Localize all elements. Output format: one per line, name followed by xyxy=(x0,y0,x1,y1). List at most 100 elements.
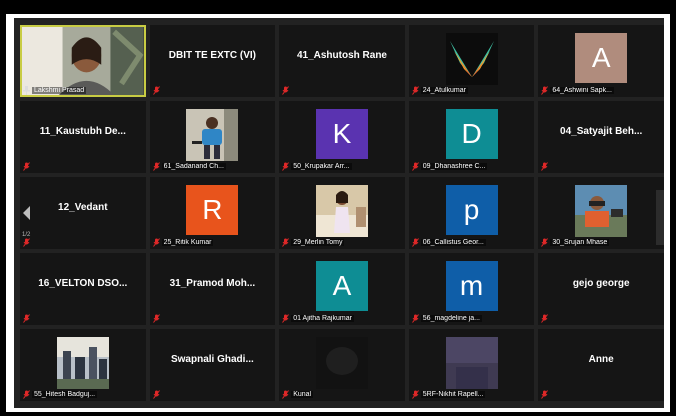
participant-display-name: 12_Vedant xyxy=(58,201,108,213)
mic-muted-icon xyxy=(541,162,549,171)
mic-muted-icon xyxy=(541,314,549,323)
participant-tile[interactable]: m 56_magdeline ja... xyxy=(408,253,535,325)
mic-muted-icon xyxy=(23,314,30,323)
participant-name: 61_Sadanand Ch... xyxy=(161,163,226,170)
mic-muted-icon xyxy=(282,238,290,247)
participant-display-name: 04_Satyajit Beh... xyxy=(560,125,643,137)
participant-tile[interactable]: 11_Kaustubh De... xyxy=(20,101,146,173)
participant-label: 64_Ashwini Sapk... xyxy=(541,86,614,95)
participant-tile[interactable]: 24_Atulkumar xyxy=(408,25,535,97)
participant-label xyxy=(23,314,30,323)
participant-label xyxy=(23,162,30,171)
participant-label xyxy=(23,238,30,247)
avatar-photo xyxy=(56,337,109,389)
participant-tile[interactable]: 41_Ashutosh Rane xyxy=(279,25,405,97)
participant-tile[interactable]: 12_Vedant xyxy=(20,177,146,249)
avatar-initial: A xyxy=(575,33,628,83)
mic-muted-icon xyxy=(411,390,419,399)
participant-tile[interactable]: Lakshmi Prasad xyxy=(20,25,146,97)
prev-page-icon[interactable] xyxy=(22,205,31,221)
participant-tile[interactable]: Swapnali Ghadi... xyxy=(149,329,276,401)
participant-tile[interactable]: 29_Merlin Tomy xyxy=(279,177,405,249)
mic-muted-icon xyxy=(152,238,160,247)
mic-muted-icon xyxy=(152,314,160,323)
participant-tile[interactable]: Anne xyxy=(538,329,664,401)
mic-muted-icon xyxy=(152,162,160,171)
participant-tile[interactable]: gejo george xyxy=(538,253,664,325)
participant-label: Kunal xyxy=(282,390,314,399)
participant-display-name: gejo george xyxy=(572,277,630,289)
participant-tile[interactable]: 5RF-Nikhit Rapell... xyxy=(408,329,535,401)
participant-name: 01 Ajitha Rajkumar xyxy=(291,315,354,322)
mic-muted-icon xyxy=(23,162,30,171)
participant-name: 50_Krupakar Arr... xyxy=(291,163,352,170)
participant-tile[interactable]: R 25_Ritik Kumar xyxy=(149,177,276,249)
mic-muted-icon xyxy=(411,86,419,95)
mic-muted-icon xyxy=(411,238,419,247)
participant-display-name: 41_Ashutosh Rane xyxy=(296,49,387,61)
mic-muted-icon xyxy=(282,162,290,171)
participant-tile[interactable]: DBIT TE EXTC (VI) xyxy=(149,25,276,97)
avatar-photo xyxy=(575,185,628,237)
avatar-photo xyxy=(315,185,368,237)
participant-label: 09_Dhanashree C... xyxy=(411,162,488,171)
avatar-initial: R xyxy=(186,185,239,235)
participant-name: 29_Merlin Tomy xyxy=(291,239,345,246)
participant-name: 5RF-Nikhit Rapell... xyxy=(420,391,486,398)
participant-label: Lakshmi Prasad xyxy=(23,86,87,95)
participant-tile[interactable]: 30_Srujan Mhase xyxy=(538,177,664,249)
participant-name: 09_Dhanashree C... xyxy=(420,163,488,170)
participant-label xyxy=(152,390,160,399)
participant-tile[interactable]: A 64_Ashwini Sapk... xyxy=(538,25,664,97)
mic-muted-icon xyxy=(411,314,419,323)
participant-tile[interactable]: Kunal xyxy=(279,329,405,401)
participant-label xyxy=(152,86,160,95)
participant-label xyxy=(541,390,549,399)
participant-display-name: 16_VELTON DSO... xyxy=(38,277,128,289)
participant-name: Lakshmi Prasad xyxy=(32,87,87,94)
participant-display-name: 31_Pramod Moh... xyxy=(169,277,256,289)
mic-muted-icon xyxy=(152,86,160,95)
participant-tile[interactable]: K 50_Krupakar Arr... xyxy=(279,101,405,173)
participant-name: Kunal xyxy=(291,391,314,398)
mic-muted-icon xyxy=(282,390,290,399)
participant-tile[interactable]: 04_Satyajit Beh... xyxy=(538,101,664,173)
participant-tile[interactable]: p 06_Callistus Geor... xyxy=(408,177,535,249)
mic-muted-icon xyxy=(152,390,160,399)
participant-tile[interactable]: 55_Hitesh Badguj... xyxy=(20,329,146,401)
avatar-initial: p xyxy=(445,185,498,235)
mic-muted-icon xyxy=(282,86,290,95)
participant-label: 30_Srujan Mhase xyxy=(541,238,610,247)
participant-display-name: Swapnali Ghadi... xyxy=(170,353,254,365)
next-page-button[interactable] xyxy=(656,190,664,245)
participant-label: 55_Hitesh Badguj... xyxy=(23,390,98,399)
participant-name: 30_Srujan Mhase xyxy=(550,239,610,246)
participant-label: 56_magdeline ja... xyxy=(411,314,482,323)
mic-muted-icon xyxy=(541,390,549,399)
participant-tile[interactable]: A 01 Ajitha Rajkumar xyxy=(279,253,405,325)
mic-muted-icon xyxy=(23,238,30,247)
participant-video xyxy=(22,27,144,95)
participant-label xyxy=(541,314,549,323)
participant-name: 64_Ashwini Sapk... xyxy=(550,87,614,94)
participant-display-name: Anne xyxy=(588,353,614,365)
mic-muted-icon xyxy=(541,86,549,95)
participant-display-name: 11_Kaustubh De... xyxy=(39,125,126,137)
participant-tile[interactable]: 31_Pramod Moh... xyxy=(149,253,276,325)
participant-tile[interactable]: 61_Sadanand Ch... xyxy=(149,101,276,173)
participant-label: 01 Ajitha Rajkumar xyxy=(282,314,354,323)
avatar-photo xyxy=(445,33,498,85)
participant-name: 56_magdeline ja... xyxy=(420,315,482,322)
avatar-photo xyxy=(445,337,498,389)
participant-grid: Lakshmi Prasad DBIT TE EXTC (VI) 41_Ashuto… xyxy=(20,25,666,405)
mic-muted-icon xyxy=(411,162,419,171)
participant-name: 25_Ritik Kumar xyxy=(161,239,214,246)
participant-label: 06_Callistus Geor... xyxy=(411,238,486,247)
participant-label: 25_Ritik Kumar xyxy=(152,238,214,247)
avatar-initial: m xyxy=(445,261,498,311)
avatar-initial: K xyxy=(315,109,368,159)
participant-label: 61_Sadanand Ch... xyxy=(152,162,226,171)
participant-tile[interactable]: D 09_Dhanashree C... xyxy=(408,101,535,173)
participant-label xyxy=(282,86,290,95)
participant-tile[interactable]: 16_VELTON DSO... xyxy=(20,253,146,325)
